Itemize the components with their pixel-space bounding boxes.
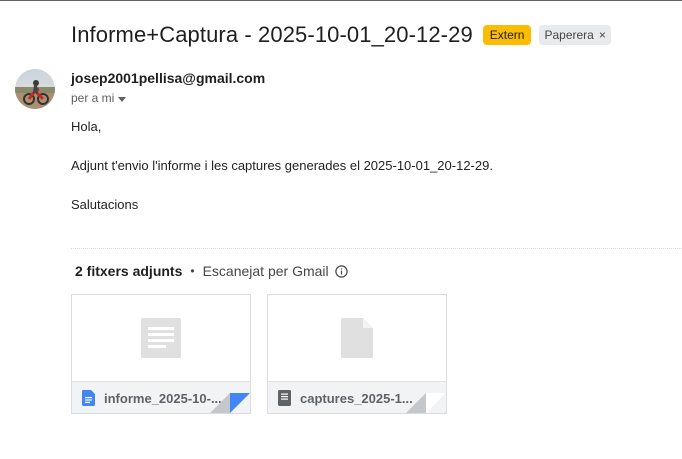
generic-file-preview-icon bbox=[341, 318, 373, 358]
file-type-corner bbox=[406, 393, 446, 413]
attachments-separator: • bbox=[190, 264, 195, 278]
attachment-card-informe[interactable]: informe_2025-10-... bbox=[71, 294, 251, 414]
scanned-by-gmail-text: Escanejat per Gmail bbox=[202, 263, 329, 279]
attachments-header: 2 fitxers adjunts • Escanejat per Gmail bbox=[75, 263, 348, 279]
attachments-count: 2 fitxers adjunts bbox=[75, 263, 183, 279]
label-extern[interactable]: Extern bbox=[482, 25, 532, 45]
recipients-toggle[interactable]: per a mi bbox=[71, 91, 127, 105]
sender-email: josep2001pellisa@gmail.com bbox=[71, 70, 266, 86]
recipients-text: per a mi bbox=[71, 91, 115, 105]
attachment-preview bbox=[72, 295, 250, 381]
body-message: Adjunt t'envio l'informe i les captures … bbox=[71, 158, 493, 173]
attachments-divider bbox=[71, 248, 682, 249]
attachment-filename: informe_2025-10-... bbox=[104, 390, 222, 406]
label-trash[interactable]: Paperera × bbox=[539, 25, 611, 45]
attachment-card-captures[interactable]: captures_2025-1... bbox=[267, 294, 447, 414]
file-type-corner bbox=[210, 393, 250, 413]
document-preview-icon bbox=[141, 318, 181, 358]
attachment-preview bbox=[268, 295, 446, 381]
subject-row: Informe+Captura - 2025-10-01_20-12-29 Ex… bbox=[71, 20, 611, 50]
top-divider bbox=[0, 0, 682, 1]
email-body: Hola, Adjunt t'envio l'informe i les cap… bbox=[71, 119, 493, 236]
body-greeting: Hola, bbox=[71, 119, 102, 134]
google-docs-icon bbox=[82, 390, 95, 406]
avatar[interactable] bbox=[15, 69, 55, 109]
email-subject: Informe+Captura - 2025-10-01_20-12-29 bbox=[71, 22, 473, 47]
label-trash-text: Paperera bbox=[544, 28, 594, 42]
info-icon[interactable] bbox=[334, 264, 348, 278]
body-closing: Salutacions bbox=[71, 197, 139, 212]
attachment-filename: captures_2025-1... bbox=[300, 390, 413, 406]
text-file-icon bbox=[278, 390, 291, 406]
chevron-down-icon bbox=[118, 96, 127, 102]
remove-label-icon[interactable]: × bbox=[599, 27, 606, 43]
